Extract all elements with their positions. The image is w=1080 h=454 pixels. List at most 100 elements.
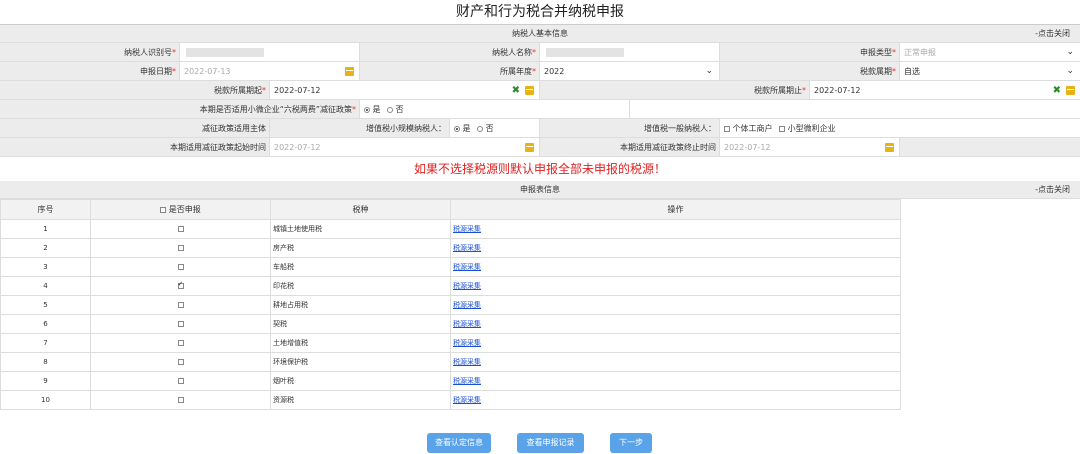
row-tax-name: 城镇土地使用税 [270, 219, 451, 239]
warning-message: 如果不选择税源则默认申报全部未申报的税源！ [413, 162, 666, 176]
row-checkbox-cell [90, 314, 271, 334]
source-collect-link[interactable]: 税源采集 [453, 244, 481, 252]
declare-checkbox[interactable] [177, 226, 184, 232]
period-end-label-cell: 税款所属期止* [540, 81, 810, 99]
table-row: 5 耕地占用税 税源采集 [0, 295, 901, 315]
row-checkbox-cell [90, 257, 271, 277]
declare-checkbox[interactable] [177, 359, 184, 365]
table-row: 4 印花税税源采集 [0, 276, 901, 296]
view-auth-button[interactable]: 查看认定信息 [427, 433, 491, 453]
decl-info-close-link[interactable]: -点击关闭 [1035, 181, 1070, 199]
row-op-cell: 税源采集 [450, 238, 901, 258]
taxpayer-id-field[interactable] [180, 43, 360, 61]
row-period-range: 税款所属期起* 2022-07-12 ✖ 税款所属期止* 2022-07-12 ✖ [0, 81, 1080, 100]
row-six-tax: 本期是否适用小微企业“六税两费”减征政策* 是 否 [0, 100, 1080, 119]
source-collect-link[interactable]: 税源采集 [453, 320, 481, 328]
six-tax-yes-radio[interactable] [364, 106, 370, 113]
select-all-checkbox[interactable] [160, 206, 167, 213]
table-row: 7 土地增值税 税源采集 [0, 333, 901, 353]
clear-icon[interactable]: ✖ [512, 81, 520, 100]
chevron-down-icon: ⌄ [705, 66, 713, 76]
period-end-field[interactable]: 2022-07-12 ✖ [810, 81, 1080, 99]
source-collect-link[interactable]: 税源采集 [453, 358, 481, 366]
calendar-icon[interactable] [525, 86, 534, 95]
period-start-label-cell: 税款所属期起* [0, 81, 270, 99]
row-no: 10 [0, 390, 91, 410]
taxpayer-name-field[interactable] [540, 43, 720, 61]
policy-end-field[interactable]: 2022-07-12 [720, 138, 900, 156]
table-row: 8 环境保护税 税源采集 [0, 352, 901, 372]
small-scale-yes-radio[interactable] [454, 125, 460, 132]
basic-info-close-link[interactable]: -点击关闭 [1035, 25, 1070, 43]
declare-checkbox[interactable] [177, 280, 184, 289]
declare-type-label-cell: 申报类型* [720, 43, 900, 61]
declare-type-select[interactable]: 正常申报 ⌄ [900, 43, 1080, 61]
taxpayer-id-label-cell: 纳税人识别号* [0, 43, 180, 61]
decl-info-header: 申报表信息 -点击关闭 [0, 181, 1080, 199]
declare-checkbox[interactable] [177, 321, 184, 327]
individual-label: 个体工商户 [732, 124, 773, 133]
row-op-cell: 税源采集 [450, 390, 901, 410]
declare-checkbox[interactable] [177, 397, 184, 403]
declare-date-field[interactable]: 2022-07-13 [180, 62, 360, 80]
table-header-row: 序号 是否申报 税种 操作 [0, 199, 901, 220]
row-no: 5 [0, 295, 91, 315]
policy-end-label-cell: 本期适用减征政策终止时间 [540, 138, 720, 156]
row-op-cell: 税源采集 [450, 276, 901, 296]
declare-date-label-cell: 申报日期* [0, 62, 180, 80]
policy-subject-label-cell: 减征政策适用主体 [0, 119, 270, 137]
row-tax-name: 车船税 [270, 257, 451, 277]
micro-enterprise-label: 小型微利企业 [787, 124, 836, 133]
chevron-down-icon: ⌄ [1066, 47, 1074, 57]
redacted-value [546, 48, 624, 57]
calendar-icon[interactable] [345, 67, 354, 76]
row-op-cell: 税源采集 [450, 314, 901, 334]
row-op-cell: 税源采集 [450, 219, 901, 239]
policy-start-field[interactable]: 2022-07-12 [270, 138, 540, 156]
page-title: 财产和行为税合并纳税申报 [0, 0, 1080, 25]
source-collect-link[interactable]: 税源采集 [453, 377, 481, 385]
yes-label: 是 [372, 105, 381, 114]
clear-icon[interactable]: ✖ [1053, 81, 1061, 100]
micro-enterprise-checkbox[interactable] [779, 125, 786, 132]
policy-start-label-cell: 本期适用减征政策起始时间 [0, 138, 270, 156]
row-op-cell: 税源采集 [450, 295, 901, 315]
period-select[interactable]: 自选 ⌄ [900, 62, 1080, 80]
source-collect-link[interactable]: 税源采集 [453, 282, 481, 290]
row-tax-name: 资源税 [270, 390, 451, 410]
small-scale-radio-group: 是 否 [450, 119, 540, 137]
declare-checkbox[interactable] [177, 264, 184, 270]
chevron-down-icon: ⌄ [1066, 66, 1074, 76]
row-tax-name: 烟叶税 [270, 371, 451, 391]
small-scale-no-radio[interactable] [477, 125, 484, 132]
row-taxpayer: 纳税人识别号* 纳税人名称* 申报类型* 正常申报 ⌄ [0, 43, 1080, 62]
source-collect-link[interactable]: 税源采集 [453, 396, 481, 404]
declaration-table: 序号 是否申报 税种 操作 1 城镇土地使用税 税源采集 2 房产税 税源采集 3 车船税 税源… [0, 199, 901, 410]
calendar-icon[interactable] [525, 143, 534, 152]
redacted-value [186, 48, 264, 57]
next-step-button[interactable]: 下一步 [610, 433, 652, 453]
table-row: 6 契税 税源采集 [0, 314, 901, 334]
declare-checkbox[interactable] [177, 302, 184, 308]
period-start-field[interactable]: 2022-07-12 ✖ [270, 81, 540, 99]
six-tax-no-radio[interactable] [387, 106, 394, 113]
row-op-cell: 税源采集 [450, 371, 901, 391]
view-records-button[interactable]: 查看申报记录 [517, 433, 584, 453]
row-checkbox-cell [90, 352, 271, 372]
row-policy-time: 本期适用减征政策起始时间 2022-07-12 本期适用减征政策终止时间 202… [0, 138, 1080, 157]
declare-checkbox[interactable] [177, 245, 184, 251]
calendar-icon[interactable] [1066, 86, 1075, 95]
source-collect-link[interactable]: 税源采集 [453, 225, 481, 233]
six-tax-radio-group: 是 否 [360, 100, 630, 118]
source-collect-link[interactable]: 税源采集 [453, 263, 481, 271]
source-collect-link[interactable]: 税源采集 [453, 339, 481, 347]
individual-checkbox[interactable] [724, 125, 730, 132]
year-label-cell: 所属年度* [360, 62, 540, 80]
calendar-icon[interactable] [885, 143, 894, 152]
year-select[interactable]: 2022 ⌄ [540, 62, 720, 80]
declare-checkbox[interactable] [177, 340, 184, 346]
row-no: 2 [0, 238, 91, 258]
source-collect-link[interactable]: 税源采集 [453, 301, 481, 309]
col-header-is-declare: 是否申报 [90, 199, 271, 220]
declare-checkbox[interactable] [177, 378, 184, 384]
